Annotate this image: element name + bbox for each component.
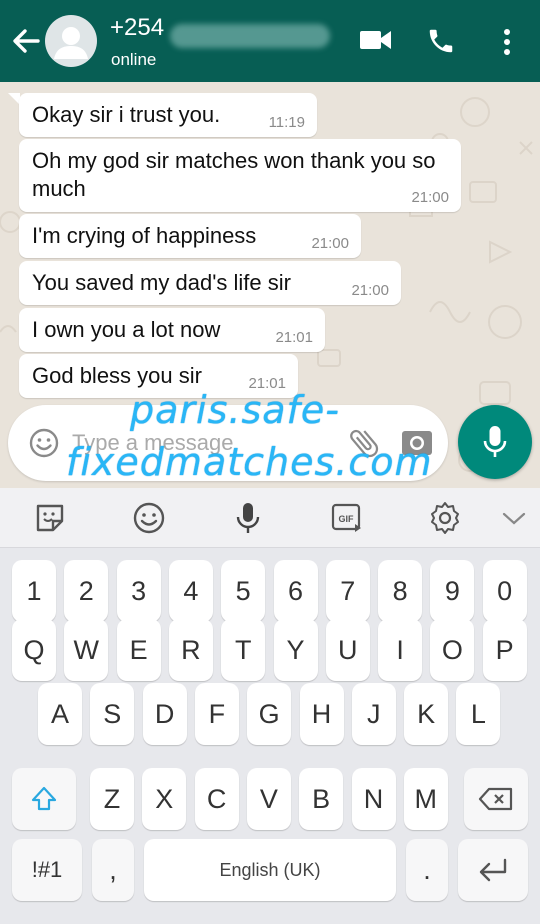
soft-keyboard: GIF 1234567890 QWERTYUIOP ASDFGHJKL ZXCVBNM… (0, 488, 540, 924)
key-6[interactable]: 6 (273, 560, 318, 622)
key-j[interactable]: J (351, 683, 396, 745)
message-text: Oh my god sir matches won thank you so m… (32, 148, 436, 201)
space-key[interactable]: English (UK) (144, 839, 396, 901)
key-4[interactable]: 4 (168, 560, 213, 622)
key-s[interactable]: S (90, 683, 135, 745)
settings-icon[interactable] (427, 500, 463, 536)
voice-input-icon[interactable] (230, 500, 266, 536)
redacted-number (170, 24, 330, 48)
key-n[interactable]: N (351, 768, 396, 830)
gif-label: GIF (339, 514, 355, 524)
key-b[interactable]: B (299, 768, 344, 830)
contact-name[interactable]: +254 (110, 14, 164, 42)
message-time: 21:00 (311, 235, 349, 252)
key-e[interactable]: E (116, 619, 161, 681)
key-x[interactable]: X (142, 768, 187, 830)
key-m[interactable]: M (403, 768, 448, 830)
voice-call-icon[interactable] (426, 26, 456, 56)
comma-key[interactable]: , (92, 839, 134, 901)
key-q[interactable]: Q (12, 619, 56, 681)
sticker-icon[interactable] (32, 500, 68, 536)
key-w[interactable]: W (64, 619, 109, 681)
key-u[interactable]: U (325, 619, 370, 681)
key-5[interactable]: 5 (221, 560, 266, 622)
key-9[interactable]: 9 (430, 560, 475, 622)
video-call-icon[interactable] (360, 28, 392, 52)
message-text: I own you a lot now (32, 317, 221, 342)
contact-status: online (111, 50, 157, 69)
message-time: 21:01 (275, 329, 313, 346)
backspace-icon (478, 787, 513, 811)
key-0[interactable]: 0 (482, 560, 527, 622)
collapse-icon[interactable] (496, 500, 532, 536)
key-2[interactable]: 2 (64, 560, 109, 622)
symbols-key[interactable]: !#1 (12, 839, 82, 901)
key-f[interactable]: F (194, 683, 239, 745)
key-h[interactable]: H (299, 683, 344, 745)
shift-arrow-icon (31, 786, 57, 811)
default-avatar-icon (54, 27, 88, 59)
watermark-text: paris.safe- (130, 388, 341, 432)
key-k[interactable]: K (404, 683, 449, 745)
key-i[interactable]: I (378, 619, 423, 681)
key-z[interactable]: Z (90, 768, 134, 830)
message-text: I'm crying of happiness (32, 223, 257, 248)
message-bubble[interactable]: I'm crying of happiness 21:00 (19, 214, 361, 258)
message-time: 11:19 (268, 114, 305, 131)
key-g[interactable]: G (247, 683, 292, 745)
key-t[interactable]: T (221, 619, 266, 681)
message-text: Okay sir i trust you. (32, 102, 221, 127)
enter-arrow-icon (479, 858, 507, 882)
enter-key[interactable] (458, 839, 528, 901)
message-bubble[interactable]: I own you a lot now 21:01 (19, 308, 325, 352)
message-time: 21:00 (351, 282, 389, 299)
message-bubble[interactable]: Oh my god sir matches won thank you so m… (19, 139, 461, 212)
shift-key[interactable] (12, 768, 76, 830)
key-o[interactable]: O (430, 619, 475, 681)
key-7[interactable]: 7 (325, 560, 370, 622)
key-8[interactable]: 8 (378, 560, 423, 622)
message-bubble[interactable]: Okay sir i trust you. 11:19 (19, 93, 317, 137)
message-time: 21:00 (411, 189, 449, 206)
key-l[interactable]: L (456, 683, 501, 745)
microphone-icon (483, 426, 507, 457)
period-key[interactable]: . (406, 839, 448, 901)
message-text: You saved my dad's life sir (32, 270, 291, 295)
back-arrow-icon[interactable] (10, 26, 42, 56)
key-p[interactable]: P (482, 619, 527, 681)
gif-icon[interactable]: GIF (329, 500, 365, 536)
key-d[interactable]: D (142, 683, 187, 745)
voice-record-button[interactable] (458, 405, 532, 479)
watermark-text: fixedmatches.com (66, 440, 433, 484)
key-3[interactable]: 3 (116, 560, 161, 622)
emoji-icon[interactable] (131, 500, 167, 536)
backspace-key[interactable] (464, 768, 528, 830)
keyboard-toolbar: GIF (0, 488, 540, 548)
key-y[interactable]: Y (273, 619, 318, 681)
key-r[interactable]: R (168, 619, 213, 681)
emoji-icon[interactable] (28, 427, 60, 459)
key-a[interactable]: A (38, 683, 82, 745)
key-v[interactable]: V (246, 768, 291, 830)
message-bubble[interactable]: You saved my dad's life sir 21:00 (19, 261, 401, 305)
key-1[interactable]: 1 (12, 560, 56, 622)
key-c[interactable]: C (194, 768, 239, 830)
chat-header: +254 online (0, 0, 540, 82)
more-options-icon[interactable] (500, 28, 514, 56)
avatar[interactable] (45, 15, 97, 67)
